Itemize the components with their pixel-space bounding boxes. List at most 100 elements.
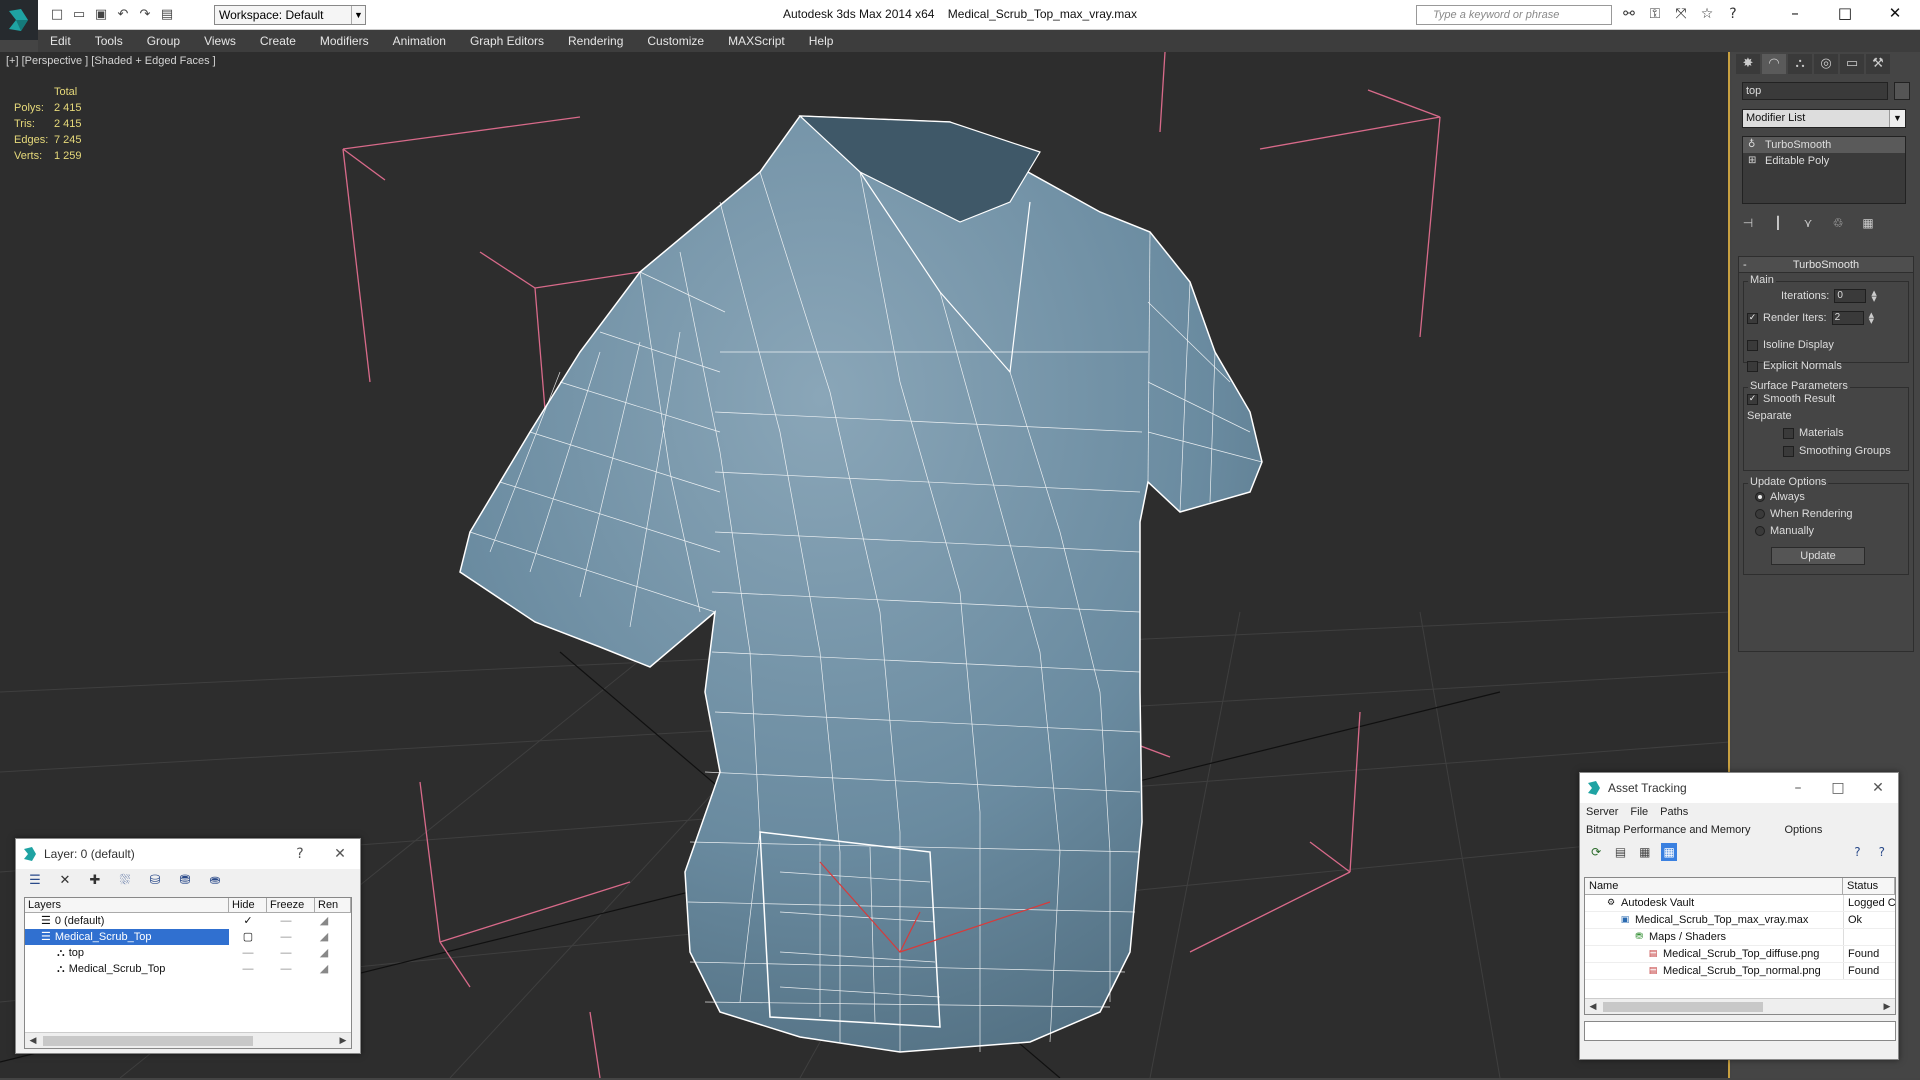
star-icon[interactable]: ☆ [1698, 6, 1716, 22]
spinner-arrows-icon[interactable]: ▲ ▼ [1869, 312, 1874, 325]
when-rendering-radio[interactable] [1755, 509, 1765, 519]
minimize-icon[interactable]: – [1770, 0, 1820, 28]
stack-item-turbosmooth[interactable]: ♁ TurboSmooth [1743, 137, 1905, 153]
col-status[interactable]: Status [1843, 878, 1895, 894]
scroll-left-icon[interactable]: ◀ [1585, 999, 1601, 1014]
explicit-normals-checkbox[interactable] [1747, 360, 1758, 372]
always-radio[interactable] [1755, 492, 1765, 502]
layer-row[interactable]: ⛬ Medical_Scrub_Top — — ◢ [25, 961, 351, 977]
hide-toggle[interactable]: ▢ [229, 929, 267, 945]
show-end-result-icon[interactable]: ┃ [1768, 214, 1788, 232]
freeze-all-layers-icon[interactable]: ⛂ [204, 873, 226, 891]
render-toggle[interactable]: ◢ [305, 961, 343, 977]
select-objects-icon[interactable]: ⛆ [114, 873, 136, 891]
hide-all-layers-icon[interactable]: ⛃ [174, 873, 196, 891]
menu-server[interactable]: Server [1586, 803, 1618, 821]
rollout-header[interactable]: - TurboSmooth [1739, 257, 1913, 273]
layer-panel-header[interactable]: Layer: 0 (default) ? ✕ [16, 839, 360, 869]
render-iters-checkbox[interactable]: ✓ [1747, 312, 1758, 324]
hide-toggle[interactable]: — [229, 961, 267, 977]
detail-view-icon[interactable]: ▦ [1637, 843, 1653, 861]
layer-hscrollbar[interactable]: ◀ ▶ [25, 1032, 351, 1048]
help-icon[interactable]: ? [1849, 843, 1865, 861]
render-toggle[interactable]: ◢ [305, 945, 343, 961]
asset-row[interactable]: ▤ Medical_Scrub_Top_normal.png Found [1585, 963, 1895, 980]
render-toggle[interactable]: ◢ [305, 929, 343, 945]
materials-checkbox[interactable] [1783, 427, 1794, 439]
render-iters-spinner[interactable]: 2 [1831, 311, 1864, 325]
new-layer-icon[interactable]: ☰ [24, 873, 46, 891]
col-hide[interactable]: Hide [229, 898, 267, 912]
menu-group[interactable]: Group [135, 30, 192, 52]
menu-help[interactable]: Help [797, 30, 846, 52]
asset-path-field[interactable] [1584, 1021, 1896, 1041]
save-icon[interactable]: ▣ [92, 6, 110, 24]
menu-views[interactable]: Views [192, 30, 248, 52]
freeze-toggle[interactable]: — [267, 961, 305, 977]
asset-row[interactable]: ▣ Medical_Scrub_Top_max_vray.max Ok [1585, 912, 1895, 929]
add-to-layer-icon[interactable]: ✚ [84, 873, 106, 891]
update-button[interactable]: Update [1771, 547, 1865, 565]
asset-panel-header[interactable]: Asset Tracking – □ ✕ [1580, 773, 1898, 803]
smoothing-groups-checkbox[interactable] [1783, 445, 1794, 457]
key-icon[interactable]: ⚿ [1646, 6, 1664, 22]
pin-stack-icon[interactable]: ⊣ [1738, 214, 1758, 232]
col-name[interactable]: Name [1585, 878, 1843, 894]
help-icon[interactable]: ? [280, 839, 320, 869]
layer-row[interactable]: ⛬ top — — ◢ [25, 945, 351, 961]
binoculars-icon[interactable]: ⚯ [1620, 6, 1638, 22]
motion-tab-icon[interactable]: ◎ [1814, 54, 1838, 74]
freeze-toggle[interactable]: — [267, 929, 305, 945]
help-icon[interactable]: ? [1724, 6, 1742, 22]
layer-row[interactable]: ☰ Medical_Scrub_Top ▢ — ◢ [25, 929, 351, 945]
scroll-right-icon[interactable]: ▶ [335, 1033, 351, 1049]
expand-icon[interactable]: ⊞ [1748, 153, 1756, 169]
freeze-toggle[interactable]: — [267, 913, 305, 929]
new-file-icon[interactable]: □ [48, 6, 66, 24]
smooth-result-checkbox[interactable]: ✓ [1747, 393, 1758, 405]
menu-options[interactable]: Options [1784, 821, 1822, 839]
maximize-icon[interactable]: □ [1820, 0, 1870, 28]
menu-maxscript[interactable]: MAXScript [716, 30, 797, 52]
shirt-mesh[interactable] [459, 115, 1263, 1053]
list-view-icon[interactable]: ▤ [1612, 843, 1628, 861]
undo-icon[interactable]: ↶ [114, 6, 132, 24]
highlight-layer-icon[interactable]: ⛁ [144, 873, 166, 891]
col-layers[interactable]: Layers [25, 898, 229, 912]
utilities-tab-icon[interactable]: ⚒ [1866, 54, 1890, 74]
scroll-thumb[interactable] [43, 1036, 253, 1046]
project-folder-icon[interactable]: ▤ [158, 6, 176, 24]
create-tab-icon[interactable]: ✸ [1736, 54, 1760, 74]
search-input[interactable]: Type a keyword or phrase [1416, 5, 1612, 25]
render-toggle[interactable]: ◢ [305, 913, 343, 929]
scroll-left-icon[interactable]: ◀ [25, 1033, 41, 1049]
exchange-icon[interactable]: ⤧ [1672, 6, 1690, 22]
asset-row[interactable]: ⛃ Maps / Shaders [1585, 929, 1895, 946]
workspace-dropdown[interactable]: Workspace: Default ▼ [214, 5, 366, 25]
scroll-thumb[interactable] [1603, 1002, 1763, 1012]
refresh-icon[interactable]: ⟳ [1588, 843, 1604, 861]
lightbulb-icon[interactable]: ♁ [1748, 137, 1755, 153]
hide-toggle[interactable]: — [229, 945, 267, 961]
manually-radio[interactable] [1755, 526, 1765, 536]
menu-file[interactable]: File [1630, 803, 1648, 821]
col-freeze[interactable]: Freeze [267, 898, 315, 912]
menu-modifiers[interactable]: Modifiers [308, 30, 381, 52]
hierarchy-tab-icon[interactable]: ⛬ [1788, 54, 1812, 74]
isoline-checkbox[interactable] [1747, 339, 1758, 351]
object-color-swatch[interactable] [1894, 82, 1910, 100]
redo-icon[interactable]: ↷ [136, 6, 154, 24]
maximize-icon[interactable]: □ [1818, 773, 1858, 803]
stack-item-editable-poly[interactable]: ⊞ Editable Poly [1743, 153, 1905, 169]
modifier-list-dropdown[interactable]: Modifier List ▼ [1742, 109, 1906, 128]
freeze-toggle[interactable]: — [267, 945, 305, 961]
app-logo[interactable] [0, 0, 38, 40]
viewport-label[interactable]: [+] [Perspective ] [Shaded + Edged Faces… [6, 55, 216, 67]
iterations-spinner[interactable]: 0 [1834, 289, 1867, 303]
scroll-right-icon[interactable]: ▶ [1879, 999, 1895, 1014]
display-tab-icon[interactable]: ▭ [1840, 54, 1864, 74]
spinner-arrows-icon[interactable]: ▲ ▼ [1871, 290, 1876, 303]
menu-rendering[interactable]: Rendering [556, 30, 635, 52]
menu-graph-editors[interactable]: Graph Editors [458, 30, 556, 52]
menu-paths[interactable]: Paths [1660, 803, 1688, 821]
